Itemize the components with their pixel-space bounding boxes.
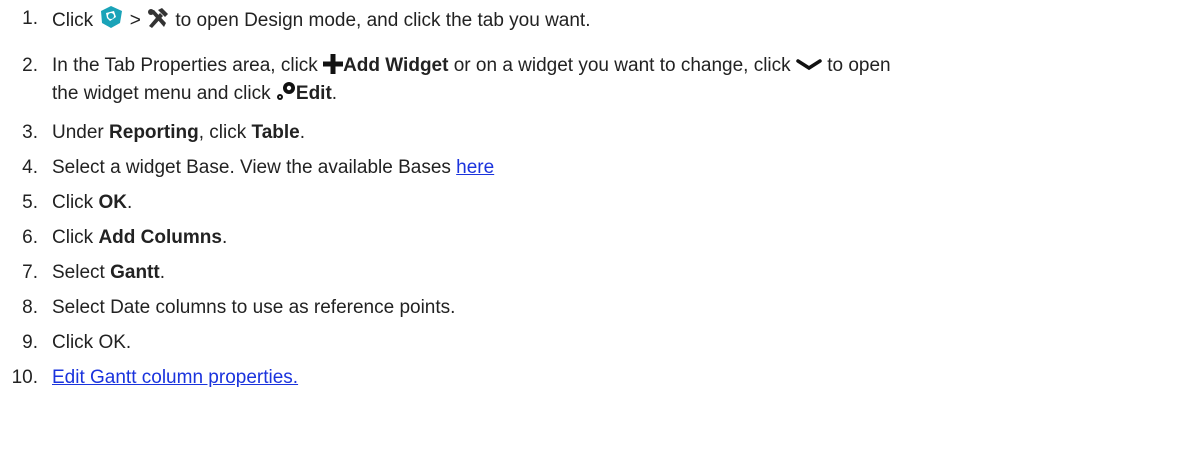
step-text: . xyxy=(126,192,133,213)
app-menu-icon xyxy=(98,5,124,38)
step-number: 2. xyxy=(22,55,38,76)
step-text: . xyxy=(159,262,165,283)
add-columns-label: Add Columns xyxy=(98,227,222,248)
chevron-down-icon xyxy=(796,55,822,83)
step-text: , click xyxy=(198,122,247,143)
add-widget-label: Add Widget xyxy=(343,55,449,76)
step-text: to open Design mode, and click the tab y… xyxy=(175,10,591,31)
plus-icon xyxy=(323,54,344,83)
step-text: . xyxy=(299,122,306,143)
bases-link[interactable]: here xyxy=(456,157,494,178)
reporting-label: Reporting xyxy=(109,122,199,143)
gantt-label: Gantt xyxy=(110,262,160,283)
step-number: 8. xyxy=(22,297,38,318)
step-number: 6. xyxy=(22,227,38,248)
step-number: 3. xyxy=(22,122,38,143)
step-text: In the Tab Properties area, click xyxy=(52,55,318,76)
step-number: 7. xyxy=(22,262,38,283)
step-text: Select xyxy=(52,262,105,283)
step-text: to open xyxy=(827,55,891,76)
step-text: Select Date columns to use as reference … xyxy=(52,297,456,318)
edit-label: Edit xyxy=(295,83,332,104)
step-text: Click xyxy=(52,192,94,213)
step-text: Select a widget Base. View the available… xyxy=(52,157,451,178)
step-separator: > xyxy=(129,10,141,31)
step-number: 9. xyxy=(22,332,38,353)
step-text: the widget menu and click xyxy=(52,83,271,104)
step-number: 5. xyxy=(22,192,38,213)
table-label: Table xyxy=(251,122,300,143)
gear-icon xyxy=(276,80,296,111)
step-number: 10. xyxy=(11,367,38,388)
step-text: Click xyxy=(52,227,94,248)
instruction-list: 1. Click > to open Design mode, and clic… xyxy=(0,0,1201,459)
step-text: or on a widget you want to change, click xyxy=(453,55,791,76)
step-text: Click xyxy=(52,10,94,31)
step-text: . xyxy=(221,227,228,248)
step-text: . xyxy=(331,83,338,104)
step-number: 1. xyxy=(22,8,38,29)
design-tools-icon xyxy=(146,7,170,38)
step-text: Click OK. xyxy=(52,332,132,353)
step-text: Under xyxy=(52,122,104,143)
gantt-properties-link[interactable]: Edit Gantt column properties. xyxy=(52,367,298,388)
step-number: 4. xyxy=(22,157,38,178)
ok-label: OK xyxy=(98,192,127,213)
